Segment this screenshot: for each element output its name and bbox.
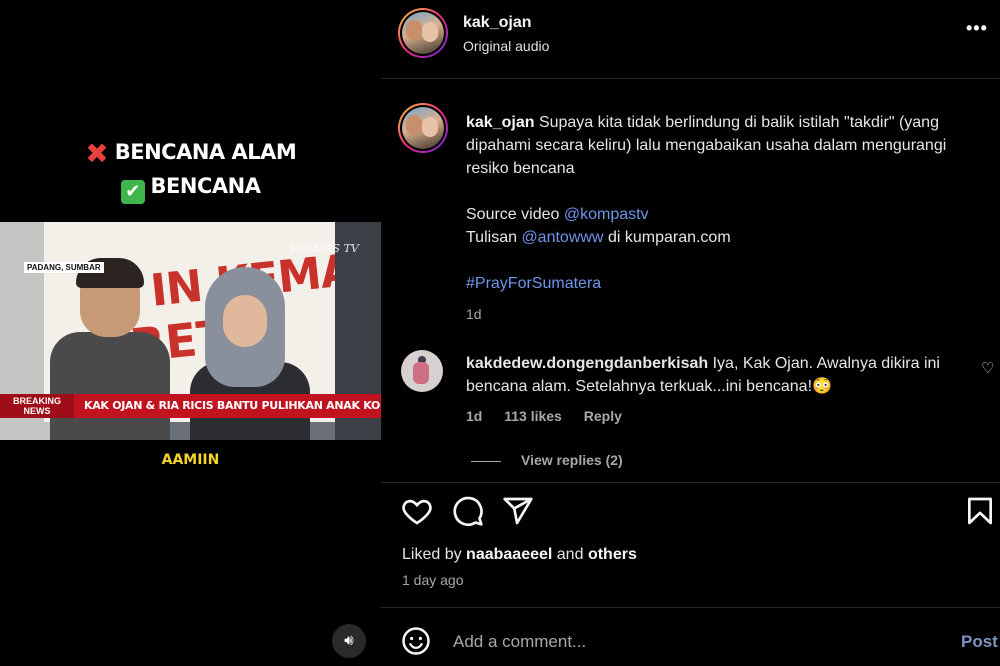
liked-by-prefix: Liked by (402, 546, 462, 563)
emoji-icon[interactable] (401, 626, 431, 656)
source-mention-link[interactable]: @kompastv (564, 206, 649, 223)
caption-paragraph: kak_ojan Supaya kita tidak berlindung di… (466, 111, 986, 180)
comment-likes-count[interactable]: 113 likes (504, 408, 562, 424)
breaking-label-2: NEWS (23, 406, 51, 416)
source-line: Source video @kompastv (466, 203, 986, 226)
caption-text-1: BENCANA ALAM (114, 140, 297, 164)
liked-by-line: Liked by naabaaeeel and others (402, 546, 637, 564)
liked-by-user-link[interactable]: naabaaeeel (466, 546, 552, 563)
avatar-image (402, 107, 444, 149)
avatar-face-2 (422, 22, 438, 42)
breaking-label-1: BREAKING (12, 396, 61, 406)
avatar-image (402, 12, 444, 54)
person-woman-face (223, 295, 267, 347)
post-date: 1 day ago (402, 572, 464, 588)
original-audio-link[interactable]: Original audio (463, 38, 549, 54)
ticker-text: KAK OJAN & RIA RICIS BANTU PULIHKAN ANAK… (84, 399, 381, 412)
check-mark-icon: ✔ (120, 180, 145, 204)
more-icon: ••• (966, 18, 988, 38)
replies-divider (471, 460, 501, 462)
post-caption: kak_ojan Supaya kita tidak berlindung di… (466, 111, 986, 326)
avatar-figure-body (413, 362, 429, 384)
breaking-news-label: BREAKING NEWS (0, 394, 74, 418)
comment-meta: 1d 113 likes Reply (466, 408, 640, 424)
video-caption-line2: ✔ BENCANA (0, 174, 381, 204)
audio-toggle-button[interactable]: 🔊︎ (332, 624, 366, 658)
comment-avatar[interactable] (401, 350, 443, 392)
channel-watermark: KOMPAS TV (290, 242, 359, 255)
view-replies-label: View replies (2) (521, 452, 623, 468)
liked-by-others-link[interactable]: others (588, 546, 637, 563)
tulisan-mention-link[interactable]: @antowww (521, 229, 603, 246)
caption-text-2: BENCANA (150, 174, 261, 198)
comment-reply-button[interactable]: Reply (584, 408, 622, 424)
avatar-face-2 (422, 117, 438, 137)
tulisan-line: Tulisan @antowww di kumparan.com (466, 226, 986, 249)
share-icon[interactable] (502, 495, 534, 527)
heart-outline-icon: ♡ (981, 360, 995, 377)
post-details-panel: kak_ojan Original audio ••• kak_ojan Sup… (381, 0, 1000, 665)
caption-username[interactable]: kak_ojan (466, 114, 534, 131)
heart-icon[interactable] (401, 495, 433, 527)
breaking-news-ticker: BREAKING NEWS KAK OJAN & RIA RICIS BANTU… (0, 394, 381, 418)
tulisan-label: Tulisan (466, 229, 517, 246)
comment-composer: Post (381, 607, 1000, 666)
comment-username[interactable]: kakdedew.dongengdanberkisah (466, 355, 708, 372)
cross-mark-icon: ✖ (85, 137, 109, 170)
comment-age: 1d (466, 408, 483, 424)
hashtag-link[interactable]: #PrayForSumatera (466, 275, 601, 292)
post-actions-bar (381, 482, 1000, 543)
bookmark-icon[interactable] (964, 495, 996, 527)
post-header: kak_ojan Original audio ••• (381, 0, 1000, 79)
comment-like-button[interactable]: ♡ (981, 359, 994, 377)
source-label: Source video (466, 206, 560, 223)
header-avatar[interactable] (398, 8, 448, 58)
comment-input[interactable] (453, 632, 913, 652)
tulisan-suffix: di kumparan.com (607, 229, 731, 246)
caption-text: Supaya kita tidak berlindung di balik is… (466, 114, 947, 177)
post-comment-button[interactable]: Post (961, 632, 998, 652)
video-subtitle: AAMIIN (161, 452, 220, 468)
comment-icon[interactable] (452, 495, 484, 527)
caption-avatar[interactable] (398, 103, 448, 153)
comment-text-block: kakdedew.dongengdanberkisah Iya, Kak Oja… (466, 352, 966, 398)
speaker-icon: 🔊︎ (344, 632, 354, 649)
header-username[interactable]: kak_ojan (463, 14, 531, 32)
news-video-frame: IN KEMANUS RET PADANG, SUMBAR KOMPAS TV … (0, 222, 381, 440)
avatar-face-1 (406, 20, 422, 40)
avatar-face-1 (406, 115, 422, 135)
view-replies-button[interactable]: View replies (2) (471, 452, 623, 468)
liked-by-joiner: and (556, 546, 584, 563)
location-tag: PADANG, SUMBAR (24, 262, 104, 273)
more-options-button[interactable]: ••• (966, 18, 988, 39)
video-panel[interactable]: ✖ BENCANA ALAM ✔ BENCANA IN KEMANUS RET PA… (0, 0, 381, 665)
person-man-body (50, 332, 170, 440)
post-age: 1d (466, 306, 482, 322)
video-caption-line1: ✖ BENCANA ALAM (0, 137, 381, 170)
